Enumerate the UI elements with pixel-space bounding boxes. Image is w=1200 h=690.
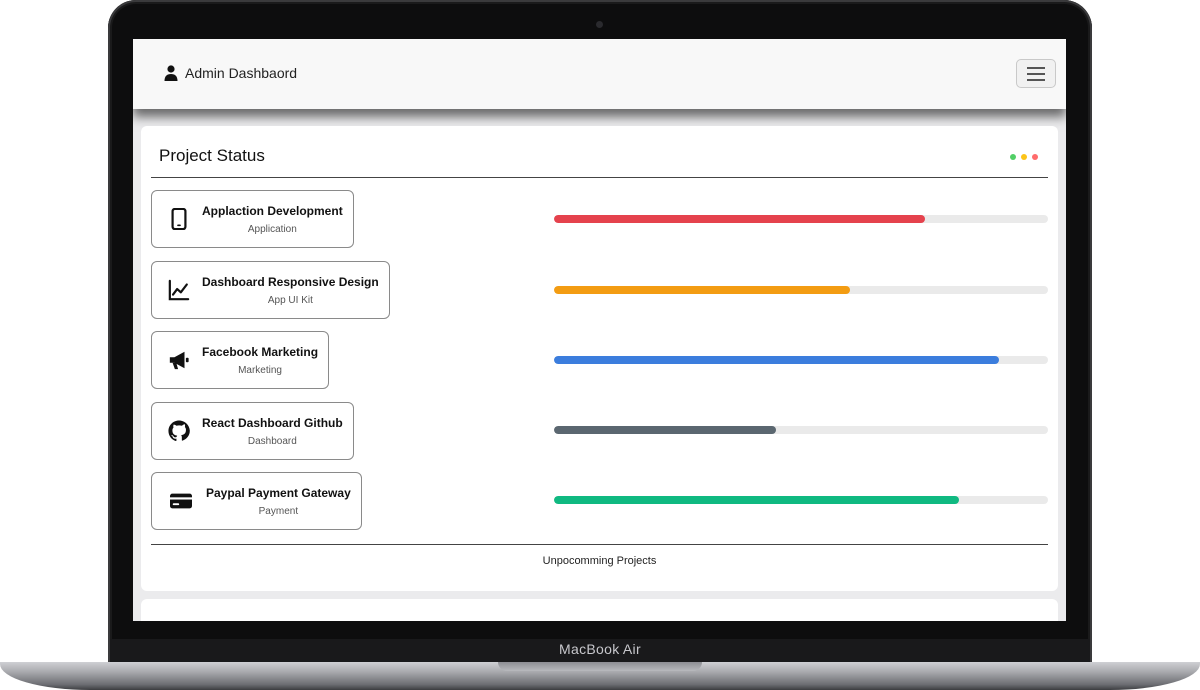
project-item-application[interactable]: Applaction Development Application [151, 190, 354, 248]
progress-fill [554, 496, 960, 504]
project-name: React Dashboard Github [202, 415, 343, 430]
hamburger-icon [1027, 66, 1045, 69]
status-dot-red [1032, 154, 1038, 160]
progress-bar-dashboard-design [554, 286, 1048, 294]
project-name: Paypal Payment Gateway [206, 485, 351, 500]
status-dots [1010, 154, 1038, 160]
navbar: Admin Dashbaord [133, 39, 1066, 109]
progress-bar-paypal-gateway [554, 496, 1048, 504]
project-item-paypal-gateway[interactable]: Paypal Payment Gateway Payment [151, 472, 362, 530]
camera-icon [596, 21, 603, 28]
project-item-facebook-marketing[interactable]: Facebook Marketing Marketing [151, 331, 330, 389]
status-dot-green [1010, 154, 1016, 160]
progress-fill [554, 215, 925, 223]
project-status-card: Project Status Applaction Development Ap… [141, 126, 1058, 591]
project-name: Facebook Marketing [202, 344, 319, 359]
project-category: App UI Kit [267, 294, 313, 306]
screen: Admin Dashbaord Project Status Applactio… [133, 39, 1066, 621]
project-category: Application [247, 223, 297, 235]
secondary-card [141, 599, 1058, 621]
card-title: Project Status [159, 146, 265, 165]
project-category: Marketing [238, 364, 282, 376]
device-brand-label: MacBook Air [559, 641, 641, 657]
user-icon [164, 65, 178, 81]
mobile-phone-icon [171, 208, 187, 230]
navbar-brand-text: Admin Dashbaord [185, 65, 298, 81]
progress-fill [554, 356, 999, 364]
status-dot-yellow [1021, 154, 1027, 160]
project-item-dashboard-design[interactable]: Dashboard Responsive Design App UI Kit [151, 261, 390, 319]
project-name: Dashboard Responsive Design [202, 274, 379, 289]
progress-bar-react-github [554, 426, 1048, 434]
divider [151, 544, 1048, 545]
credit-card-icon [170, 493, 192, 509]
megaphone-icon [169, 351, 189, 370]
navbar-toggler-button[interactable] [1016, 59, 1056, 88]
progress-bar-facebook-marketing [554, 356, 1048, 364]
line-chart-icon [168, 279, 190, 301]
divider [151, 177, 1048, 178]
upcoming-projects-link[interactable]: Unpocomming Projects [141, 555, 1058, 567]
project-name: Applaction Development [202, 203, 343, 218]
progress-fill [554, 286, 851, 294]
project-item-react-github[interactable]: React Dashboard Github Dashboard [151, 402, 354, 460]
laptop-notch [498, 662, 702, 671]
navbar-brand[interactable]: Admin Dashbaord [164, 65, 297, 81]
project-category: Payment [258, 505, 299, 517]
github-icon [168, 420, 190, 442]
project-category: Dashboard [247, 435, 297, 447]
progress-fill [554, 426, 777, 434]
progress-bar-application [554, 215, 1048, 223]
